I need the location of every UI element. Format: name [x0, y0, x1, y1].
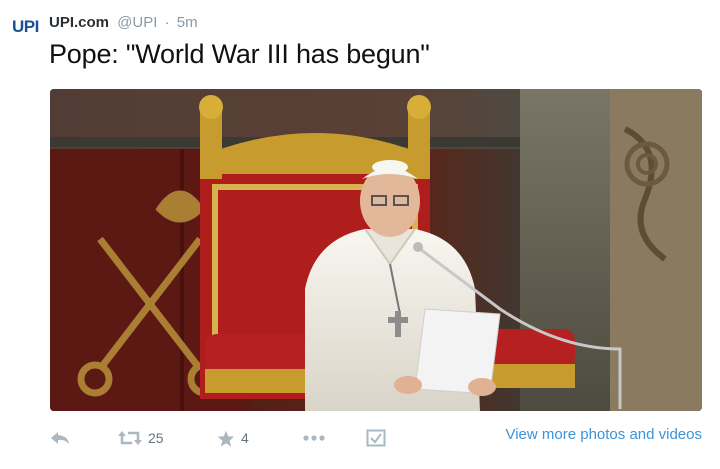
tweet-text: Pope: "World War III has begun" [49, 39, 430, 69]
star-icon [217, 430, 235, 447]
account-fullname[interactable]: UPI.com [49, 14, 109, 31]
view-more-photos-link[interactable]: View more photos and videos [505, 426, 702, 443]
tweet-header: UPI.com @UPI · 5m [49, 12, 198, 34]
favorite-count: 4 [241, 430, 249, 446]
more-dots-icon [303, 435, 325, 441]
header-separator: · [164, 14, 170, 31]
pope-photo-illustration [50, 89, 702, 411]
tweet-photo[interactable] [50, 89, 702, 411]
retweet-icon [118, 431, 142, 445]
tweet: UPI UPI.com @UPI · 5m Pope: "World War I… [0, 0, 720, 469]
summary-check-icon [366, 429, 386, 447]
upi-logo-avatar[interactable]: UPI [12, 16, 42, 38]
reply-button[interactable] [50, 426, 70, 450]
retweet-count: 25 [148, 430, 164, 446]
summary-button[interactable] [366, 426, 386, 450]
tweet-timestamp[interactable]: 5m [177, 14, 198, 31]
more-options-button[interactable] [303, 426, 325, 450]
reply-icon [51, 432, 69, 444]
retweet-button[interactable]: 25 [118, 426, 164, 450]
favorite-button[interactable]: 4 [217, 426, 249, 450]
account-username[interactable]: @UPI [117, 14, 157, 31]
